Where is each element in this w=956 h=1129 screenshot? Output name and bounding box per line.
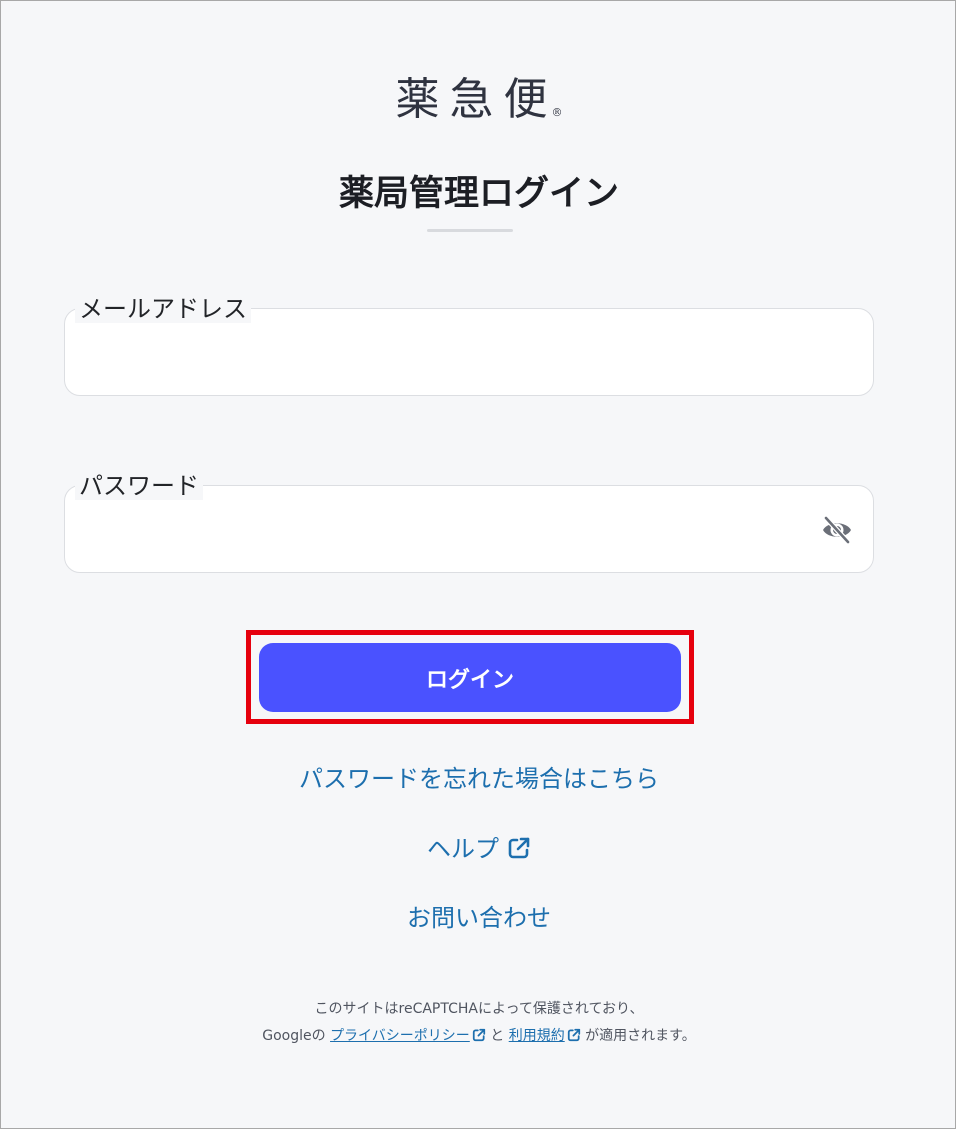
- brand-logo: 薬急便®: [1, 63, 956, 127]
- login-button-label: ログイン: [425, 667, 514, 693]
- recaptcha-line1: このサイトはreCAPTCHAによって保護されており、: [314, 1001, 644, 1017]
- password-input[interactable]: [83, 516, 807, 552]
- recaptcha-line2: Googleの プライバシーポリシー と 利用規約 が適用されます。: [1, 1023, 956, 1052]
- recaptcha-notice: このサイトはreCAPTCHAによって保護されており、 Googleの プライバ…: [1, 996, 956, 1052]
- forgot-password-link[interactable]: パスワードを忘れた場合はこちら: [1, 759, 956, 794]
- recaptcha-google-text: Googleの: [262, 1028, 326, 1044]
- help-link[interactable]: ヘルプ: [1, 829, 956, 866]
- login-button[interactable]: ログイン: [259, 643, 681, 712]
- password-visibility-toggle[interactable]: [821, 515, 853, 545]
- password-label: パスワード: [75, 472, 203, 500]
- recaptcha-suffix-text: が適用されます。: [585, 1028, 696, 1044]
- login-page: 薬急便® 薬局管理ログイン メールアドレス パスワード ログイン パスワードを忘…: [0, 0, 956, 1129]
- registered-mark: ®: [551, 106, 563, 119]
- logo-text: 薬急便: [395, 74, 558, 125]
- contact-link[interactable]: お問い合わせ: [1, 898, 956, 933]
- external-link-icon: [507, 836, 531, 866]
- forgot-password-label: パスワードを忘れた場合はこちら: [299, 765, 659, 793]
- title-divider: [427, 229, 513, 232]
- eye-off-icon: [823, 515, 851, 545]
- help-label: ヘルプ: [427, 835, 499, 863]
- contact-label: お問い合わせ: [407, 904, 551, 932]
- terms-link[interactable]: 利用規約: [509, 1028, 565, 1044]
- page-title: 薬局管理ログイン: [338, 174, 619, 214]
- email-input[interactable]: [83, 339, 807, 375]
- external-link-icon: [567, 1025, 581, 1052]
- recaptcha-and-text: と: [490, 1028, 505, 1044]
- privacy-policy-link[interactable]: プライバシーポリシー: [330, 1028, 470, 1044]
- external-link-icon: [472, 1025, 486, 1052]
- email-label: メールアドレス: [75, 295, 251, 323]
